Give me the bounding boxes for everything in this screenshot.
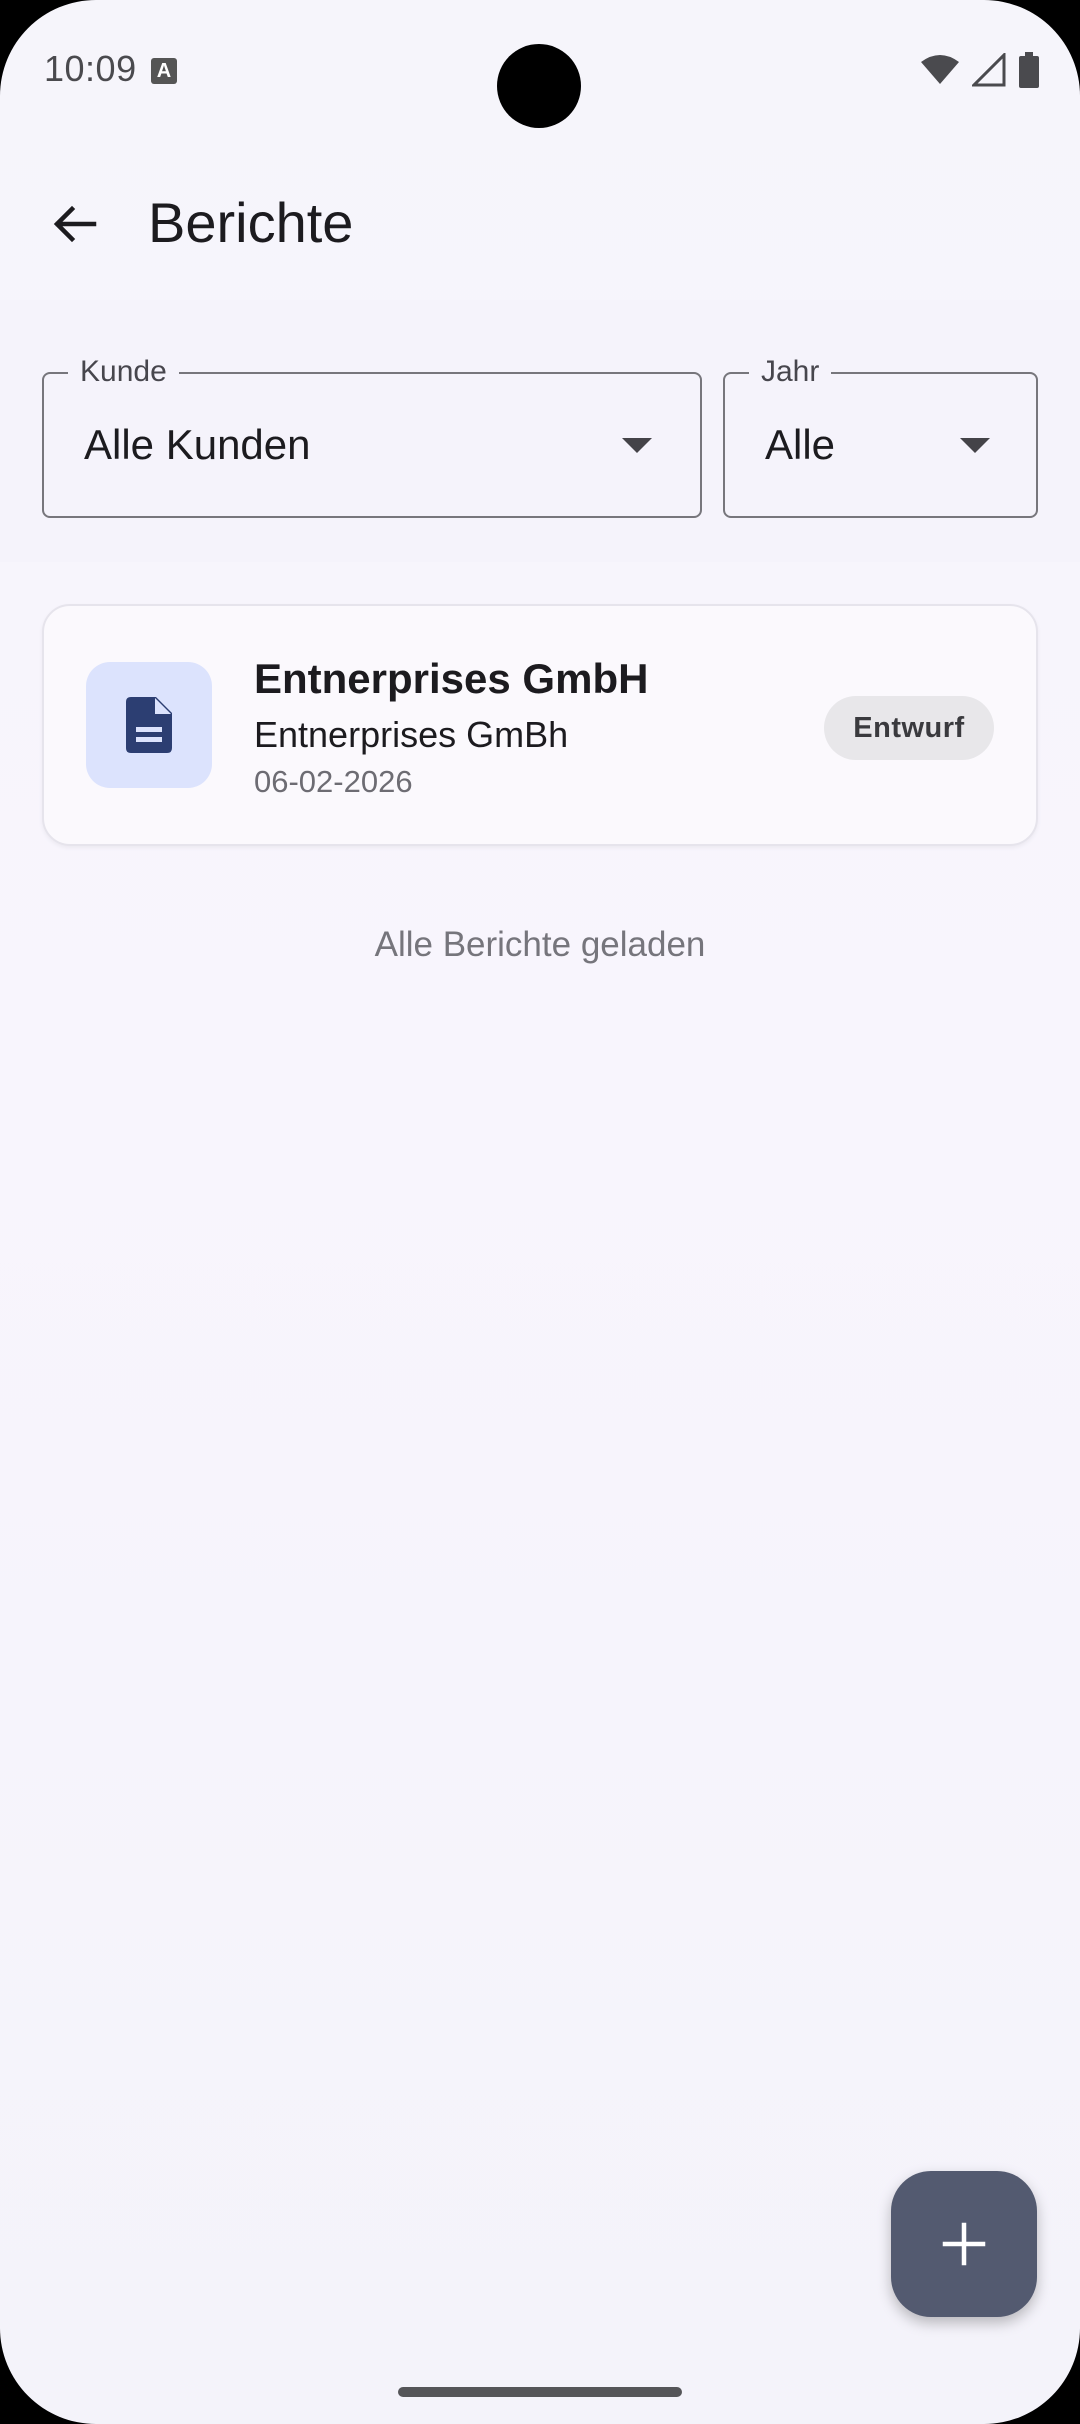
status-icons bbox=[920, 52, 1040, 88]
report-card[interactable]: Entnerprises GmbH Entnerprises GmBh 06-0… bbox=[42, 604, 1038, 846]
list-end-message: Alle Berichte geladen bbox=[374, 925, 706, 964]
home-indicator[interactable] bbox=[398, 2387, 682, 2397]
status-bar: 10:09 A bbox=[0, 0, 1080, 140]
year-select-value: Alle bbox=[765, 421, 836, 468]
screen: 10:09 A Berichte Kunde Alle Kunden Jahr … bbox=[0, 0, 1080, 2424]
report-customer: Entnerprises GmBh bbox=[254, 714, 569, 755]
add-report-button[interactable] bbox=[891, 2171, 1037, 2317]
signal-icon bbox=[972, 53, 1006, 87]
customer-select-label: Kunde bbox=[68, 352, 179, 392]
year-select[interactable]: Jahr Alle bbox=[723, 352, 1038, 518]
customer-select-value: Alle Kunden bbox=[84, 421, 311, 468]
year-select-label: Jahr bbox=[749, 352, 832, 392]
customer-select[interactable]: Kunde Alle Kunden bbox=[42, 352, 702, 518]
status-time: 10:09 bbox=[44, 48, 137, 89]
dropdown-arrow-icon bbox=[622, 438, 652, 453]
document-icon-tile bbox=[86, 662, 212, 788]
status-badge: Entwurf bbox=[824, 696, 994, 760]
dropdown-arrow-icon bbox=[960, 438, 990, 453]
battery-icon bbox=[1019, 52, 1039, 88]
back-button[interactable] bbox=[34, 184, 114, 264]
page-title: Berichte bbox=[148, 191, 354, 254]
document-icon bbox=[126, 697, 172, 753]
arrow-back-icon bbox=[53, 205, 97, 243]
notification-a-icon: A bbox=[151, 58, 177, 84]
plus-icon bbox=[942, 2222, 986, 2266]
report-date: 06-02-2026 bbox=[254, 764, 413, 799]
top-app-bar: Berichte bbox=[0, 160, 1080, 290]
report-title: Entnerprises GmbH bbox=[254, 655, 649, 702]
wifi-icon bbox=[921, 55, 959, 84]
camera-cutout bbox=[497, 44, 581, 128]
